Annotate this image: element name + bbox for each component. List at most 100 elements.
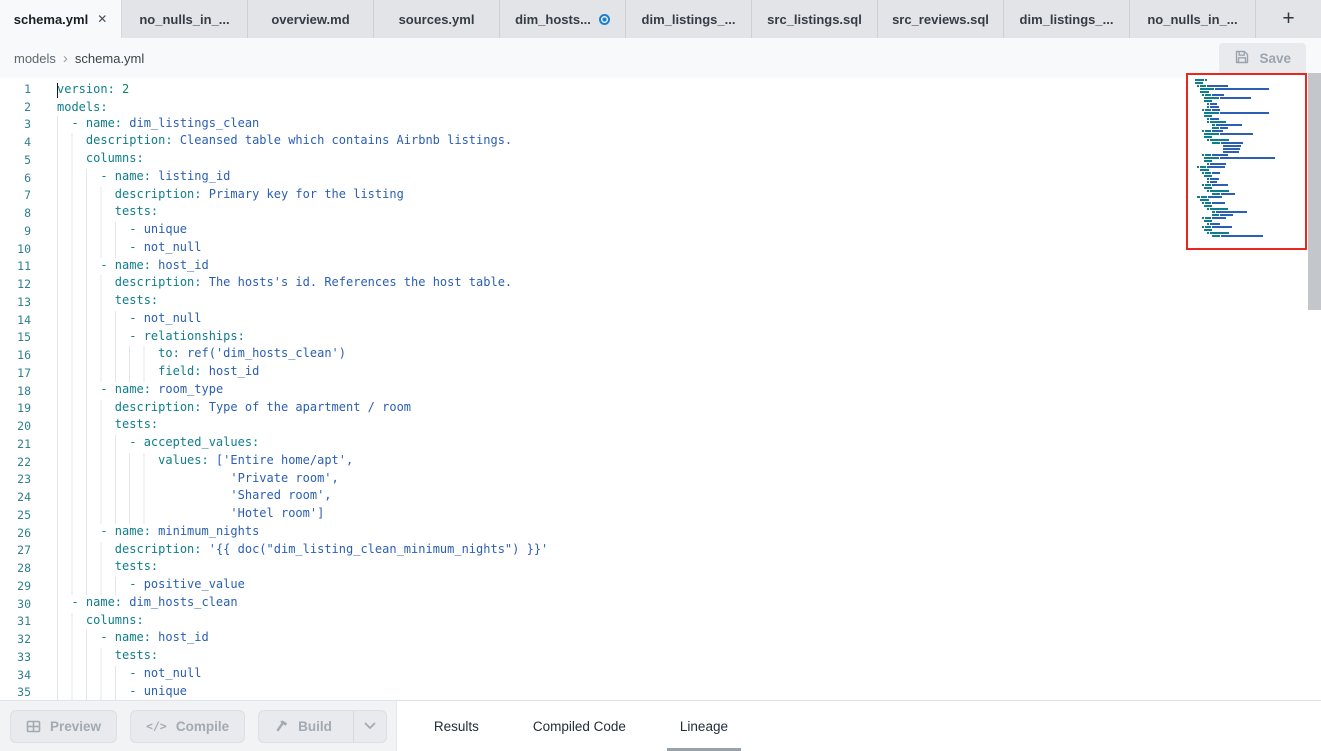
minimap[interactable] [1186, 73, 1307, 250]
tab-lineage[interactable]: Lineage [675, 701, 733, 751]
close-icon[interactable]: ✕ [97, 12, 107, 26]
line-number[interactable]: 14 [0, 313, 31, 327]
line-number[interactable]: 2 [0, 100, 31, 114]
line-number[interactable]: 22 [0, 455, 31, 469]
code-line-text[interactable]: tests: [57, 559, 158, 577]
editor-tab[interactable]: dim_hosts... [500, 0, 626, 38]
code-line-text[interactable]: field: host_id [57, 364, 259, 382]
line-number[interactable]: 7 [0, 188, 31, 202]
line-number[interactable]: 31 [0, 614, 31, 628]
code-line-text[interactable]: - positive_value [57, 577, 245, 595]
line-number[interactable]: 30 [0, 597, 31, 611]
line-number[interactable]: 6 [0, 171, 31, 185]
line-number[interactable]: 24 [0, 490, 31, 504]
line-number[interactable]: 19 [0, 401, 31, 415]
line-number[interactable]: 27 [0, 543, 31, 557]
line-number[interactable]: 33 [0, 650, 31, 664]
code-line-text[interactable]: - accepted_values: [57, 435, 259, 453]
line-number[interactable]: 13 [0, 295, 31, 309]
line-number[interactable]: 3 [0, 117, 31, 131]
code-line-text[interactable]: - not_null [57, 666, 201, 684]
build-button[interactable]: Build [259, 711, 344, 742]
code-line-text[interactable]: - name: listing_id [57, 169, 230, 187]
compile-button[interactable]: </> Compile [130, 710, 245, 743]
code-line-text[interactable]: tests: [57, 204, 158, 222]
code-line-text[interactable]: - unique [57, 684, 187, 701]
code-line-text[interactable]: - name: dim_listings_clean [57, 116, 259, 134]
editor-tab[interactable]: src_listings.sql [752, 0, 878, 38]
code-line-text[interactable]: description: Type of the apartment / roo… [57, 400, 411, 418]
editor-tab[interactable]: schema.yml ✕ [0, 0, 122, 38]
code-line-text[interactable]: - unique [57, 222, 187, 240]
line-number[interactable]: 5 [0, 153, 31, 167]
yaml-token: columns: [86, 613, 144, 627]
preview-button[interactable]: Preview [10, 710, 117, 743]
line-number[interactable]: 1 [0, 82, 31, 96]
code-line-text[interactable]: tests: [57, 648, 158, 666]
tab-label: schema.yml [14, 12, 88, 27]
tab-results[interactable]: Results [429, 701, 484, 751]
line-number[interactable]: 9 [0, 224, 31, 238]
code-line-text[interactable]: - name: host_id [57, 258, 209, 276]
code-line-text[interactable]: - relationships: [57, 329, 245, 347]
line-number[interactable]: 8 [0, 206, 31, 220]
preview-button-label: Preview [50, 719, 101, 734]
code-line-text[interactable]: values: ['Entire home/apt', [57, 453, 353, 471]
line-number[interactable]: 23 [0, 472, 31, 486]
line-number[interactable]: 34 [0, 668, 31, 682]
editor-tab[interactable]: src_reviews.sql [878, 0, 1004, 38]
save-button[interactable]: Save [1219, 43, 1306, 74]
code-line-text[interactable]: 'Shared room', [57, 488, 332, 506]
code-line-text[interactable]: columns: [57, 151, 144, 169]
code-line-text[interactable]: - name: minimum_nights [57, 524, 259, 542]
breadcrumb-folder[interactable]: models [14, 51, 56, 66]
code-line: 23 'Private room', [0, 471, 1321, 489]
line-number[interactable]: 29 [0, 579, 31, 593]
editor-tab[interactable]: no_nulls_in_... [122, 0, 248, 38]
code-line-text[interactable]: columns: [57, 613, 144, 631]
new-tab-button[interactable]: + [1256, 0, 1321, 38]
code-editor[interactable]: 1 version: 2 2 models: 3 - name: dim_listings… [0, 78, 1321, 700]
line-number[interactable]: 12 [0, 277, 31, 291]
line-number[interactable]: 20 [0, 419, 31, 433]
code-line-text[interactable]: description: '{{ doc("dim_listing_clean_… [57, 542, 548, 560]
editor-tab[interactable]: dim_listings_... [626, 0, 752, 38]
line-number[interactable]: 35 [0, 685, 31, 699]
code-line-text[interactable]: - name: room_type [57, 382, 223, 400]
code-line-text[interactable]: 'Hotel room'] [57, 506, 324, 524]
editor-tab[interactable]: no_nulls_in_... [1130, 0, 1256, 38]
line-number[interactable]: 17 [0, 366, 31, 380]
build-dropdown-button[interactable] [353, 711, 386, 742]
line-number[interactable]: 26 [0, 526, 31, 540]
line-number[interactable]: 16 [0, 348, 31, 362]
tab-compiled-code[interactable]: Compiled Code [528, 701, 631, 751]
indent-guides [57, 630, 100, 648]
line-number[interactable]: 15 [0, 330, 31, 344]
code-line-text[interactable]: description: Primary key for the listing [57, 187, 404, 205]
code-line-text[interactable]: - not_null [57, 311, 201, 329]
code-line-text[interactable]: - name: dim_hosts_clean [57, 595, 238, 613]
code-line-text[interactable]: version: 2 [57, 82, 129, 96]
code-line-text[interactable]: tests: [57, 417, 158, 435]
code-line-text[interactable]: models: [57, 100, 108, 114]
line-number[interactable]: 18 [0, 384, 31, 398]
editor-tab[interactable]: sources.yml [374, 0, 500, 38]
code-line-text[interactable]: 'Private room', [57, 471, 339, 489]
line-number[interactable]: 28 [0, 561, 31, 575]
line-number[interactable]: 11 [0, 259, 31, 273]
editor-tab[interactable]: overview.md [248, 0, 374, 38]
line-number[interactable]: 32 [0, 632, 31, 646]
line-number[interactable]: 25 [0, 508, 31, 522]
editor-tab[interactable]: dim_listings_... [1004, 0, 1130, 38]
line-number[interactable]: 21 [0, 437, 31, 451]
line-number[interactable]: 10 [0, 242, 31, 256]
code-line-text[interactable]: - name: host_id [57, 630, 209, 648]
code-line-text[interactable]: tests: [57, 293, 158, 311]
code-line-text[interactable]: to: ref('dim_hosts_clean') [57, 346, 346, 364]
code-line-text[interactable]: description: Cleansed table which contai… [57, 133, 512, 151]
code-line: 6 - name: listing_id [0, 169, 1321, 187]
vertical-scrollbar-thumb[interactable] [1308, 73, 1321, 310]
line-number[interactable]: 4 [0, 135, 31, 149]
code-line-text[interactable]: description: The hosts's id. References … [57, 275, 512, 293]
code-line-text[interactable]: - not_null [57, 240, 201, 258]
